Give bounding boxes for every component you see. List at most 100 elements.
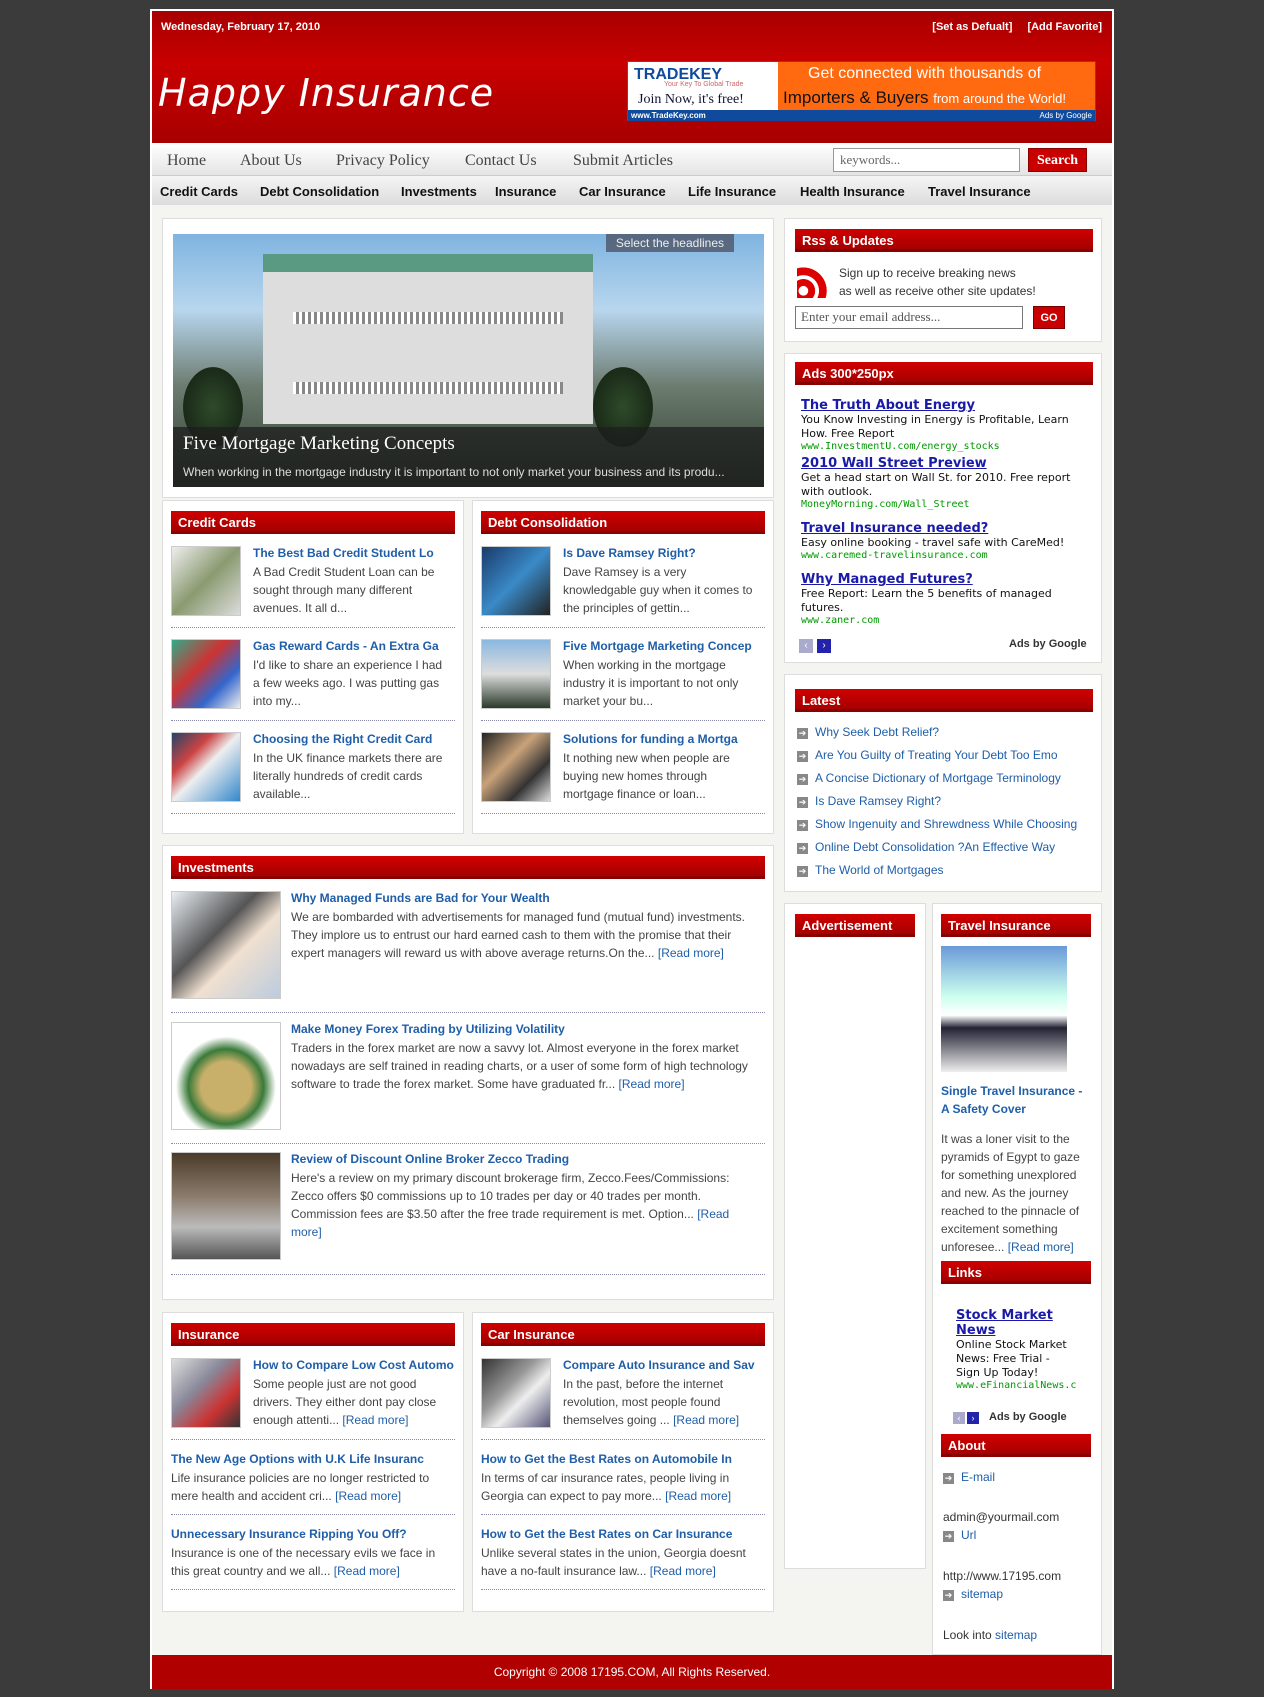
ad-next-icon[interactable]: › [817,639,831,653]
ads-by-google[interactable]: Ads by Google [1009,638,1087,650]
cat-travel-insurance[interactable]: Travel Insurance [928,184,1031,199]
read-more-link[interactable]: [Read more] [1008,1240,1074,1254]
arrow-icon: ➔ [797,797,808,808]
look-into: Look into sitemap [943,1628,1038,1642]
ad-item[interactable]: Why Managed Futures? Free Report: Learn t… [801,572,1052,626]
featured-slide[interactable]: Select the headlines Five Mortgage Marke… [173,234,764,487]
post-thumbnail[interactable] [171,1022,281,1130]
banner-footer: www.TradeKey.com Ads by Google [628,110,1095,121]
car-insurance-title[interactable]: Car Insurance [481,1323,765,1346]
post-thumbnail[interactable] [171,1358,241,1428]
sitemap-link[interactable]: sitemap [995,1628,1037,1642]
read-more-link[interactable]: [Read more] [658,946,724,960]
post-thumbnail[interactable] [171,1152,281,1260]
search-button[interactable]: Search [1028,148,1087,172]
about-sitemap-link[interactable]: ➔ sitemap [943,1587,1003,1601]
cat-investments[interactable]: Investments [401,184,477,199]
post-title[interactable]: The New Age Options with U.K Life Insura… [171,1452,424,1466]
post-excerpt: When working in the mortgage industry it … [563,658,739,708]
post-title[interactable]: Compare Auto Insurance and Sav [563,1358,755,1372]
travel-post-image[interactable] [941,946,1067,1072]
post-thumbnail[interactable] [481,732,551,802]
debt-consolidation-title[interactable]: Debt Consolidation [481,511,765,534]
links-ad[interactable]: Stock Market News Online Stock Market News… [956,1308,1076,1391]
read-more-link[interactable]: [Read more] [665,1489,731,1503]
post-thumbnail[interactable] [481,546,551,616]
travel-post-excerpt: It was a loner visit to the pyramids of E… [941,1132,1080,1254]
divider [481,1439,765,1440]
site-logo[interactable]: Happy Insurance [158,71,494,115]
ad-item[interactable]: The Truth About Energy You Know Investing… [801,398,1069,452]
search-input[interactable]: keywords... [833,148,1020,172]
latest-item[interactable]: ➔ Show Ingenuity and Shrewdness While Cho… [797,817,1077,831]
latest-item[interactable]: ➔ Are You Guilty of Treating Your Debt To… [797,748,1058,762]
cat-health-insurance[interactable]: Health Insurance [800,184,905,199]
nav-about-us[interactable]: About Us [240,152,302,170]
ad-item[interactable]: Travel Insurance needed? Easy online book… [801,521,1064,561]
email-input[interactable]: Enter your email address... [795,306,1023,329]
post-thumbnail[interactable] [481,1358,551,1428]
credit-cards-box: Credit Cards The Best Bad Credit Student… [162,500,464,834]
post-thumbnail[interactable] [481,639,551,709]
nav-home[interactable]: Home [167,152,206,170]
post-title[interactable]: Is Dave Ramsey Right? [563,546,696,560]
insurance-title[interactable]: Insurance [171,1323,455,1346]
subscribe-go-button[interactable]: GO [1033,306,1065,329]
post-title[interactable]: Unnecessary Insurance Ripping You Off? [171,1527,407,1541]
post-thumbnail[interactable] [171,732,241,802]
ad-item[interactable]: 2010 Wall Street Preview Get a head start… [801,456,1070,510]
cat-life-insurance[interactable]: Life Insurance [688,184,776,199]
investments-title[interactable]: Investments [171,856,765,879]
read-more-link[interactable]: [Read more] [335,1489,401,1503]
post-title[interactable]: How to Get the Best Rates on Automobile … [481,1452,732,1466]
nav-submit-articles[interactable]: Submit Articles [573,152,673,170]
nav-contact-us[interactable]: Contact Us [465,152,537,170]
latest-item[interactable]: ➔ Is Dave Ramsey Right? [797,794,941,808]
post-title[interactable]: Five Mortgage Marketing Concep [563,639,752,653]
slide-title[interactable]: Five Mortgage Marketing Concepts [183,433,455,455]
latest-item[interactable]: ➔ Online Debt Consolidation ?An Effective… [797,840,1055,854]
post-title[interactable]: Make Money Forex Trading by Utilizing Vo… [291,1022,565,1036]
post-title[interactable]: How to Compare Low Cost Automo [253,1358,454,1372]
read-more-link[interactable]: [Read more] [673,1413,739,1427]
credit-cards-title[interactable]: Credit Cards [171,511,455,534]
post-title[interactable]: How to Get the Best Rates on Car Insuran… [481,1527,732,1541]
travel-post-title[interactable]: Single Travel Insurance -A Safety Cover [941,1082,1082,1118]
post-title[interactable]: Solutions for funding a Mortga [563,732,738,746]
cat-insurance[interactable]: Insurance [495,184,556,199]
about-email-link[interactable]: ➔ E-mail [943,1470,995,1484]
post-title[interactable]: The Best Bad Credit Student Lo [253,546,434,560]
divider [171,1514,455,1515]
add-favorite-link[interactable]: [Add Favorite] [1027,21,1102,33]
ad-prev-icon[interactable]: ‹ [953,1412,965,1424]
tradekey-banner-ad[interactable]: TRADEKEY Your Key To Global Trade Join N… [627,61,1096,121]
read-more-link[interactable]: [Read more] [619,1077,685,1091]
post-title[interactable]: Review of Discount Online Broker Zecco T… [291,1152,569,1166]
rss-icon[interactable] [797,262,829,298]
post-title[interactable]: Gas Reward Cards - An Extra Ga [253,639,439,653]
post-excerpt: Some people just are not good drivers. Th… [253,1377,437,1427]
travel-insurance-title[interactable]: Travel Insurance [941,914,1091,937]
post-title[interactable]: Why Managed Funds are Bad for Your Wealt… [291,891,550,905]
select-headlines[interactable]: Select the headlines [605,234,734,252]
ad-next-icon[interactable]: › [967,1412,979,1424]
cat-credit-cards[interactable]: Credit Cards [160,184,238,199]
post-thumbnail[interactable] [171,891,281,999]
ads-by-google[interactable]: Ads by Google [989,1411,1067,1423]
set-default-link[interactable]: [Set as Defualt] [932,21,1012,33]
post-excerpt: Unlike several states in the union, Geor… [481,1546,746,1578]
about-url-link[interactable]: ➔ Url [943,1528,976,1542]
latest-item[interactable]: ➔ The World of Mortgages [797,863,944,877]
nav-privacy-policy[interactable]: Privacy Policy [336,152,430,170]
post-thumbnail[interactable] [171,546,241,616]
post-thumbnail[interactable] [171,639,241,709]
read-more-link[interactable]: [Read more] [342,1413,408,1427]
ad-prev-icon[interactable]: ‹ [799,639,813,653]
cat-debt-consolidation[interactable]: Debt Consolidation [260,184,379,199]
read-more-link[interactable]: [Read more] [650,1564,716,1578]
latest-item[interactable]: ➔ Why Seek Debt Relief? [797,725,939,739]
post-title[interactable]: Choosing the Right Credit Card [253,732,432,746]
read-more-link[interactable]: [Read more] [334,1564,400,1578]
cat-car-insurance[interactable]: Car Insurance [579,184,666,199]
latest-item[interactable]: ➔ A Concise Dictionary of Mortgage Termin… [797,771,1061,785]
